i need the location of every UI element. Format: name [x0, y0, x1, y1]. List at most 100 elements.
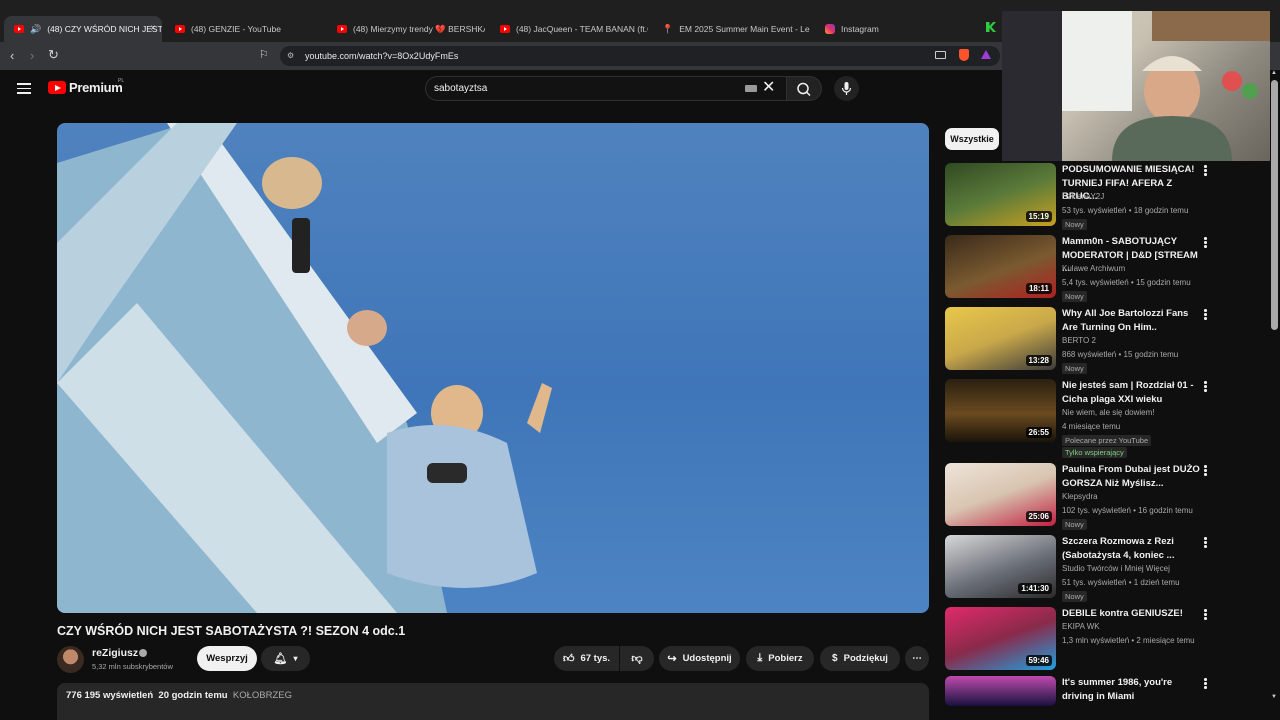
list-item-stats: 53 tys. wyświetleń • 18 godzin temu [1062, 206, 1189, 215]
tab-em-summer[interactable]: 📍 EM 2025 Summer Main Event - Leag [652, 16, 810, 42]
premium-logo-text[interactable]: Premium [69, 80, 123, 95]
close-icon[interactable]: × [150, 23, 156, 34]
list-item-title[interactable]: Paulina From Dubai jest DUŻO GORSZA Niż … [1062, 463, 1200, 490]
list-item-stats: 102 tys. wyświetleń • 16 godzin temu [1062, 506, 1193, 515]
description-box[interactable] [57, 683, 929, 720]
video-player[interactable] [57, 123, 929, 613]
join-button[interactable]: Wesprzyj [197, 646, 257, 671]
like-button[interactable]: 👍︎ 67 tys. [554, 646, 619, 671]
reload-icon[interactable]: ↻ [48, 48, 59, 62]
scroll-down-arrow[interactable]: ▼ [1271, 694, 1277, 700]
tab-instagram[interactable]: Instagram [815, 16, 965, 42]
list-item-channel[interactable]: Nie wiem, ale się dowiem! [1062, 408, 1154, 417]
list-item-title[interactable]: Nie jesteś sam | Rozdział 01 - Cicha pla… [1062, 379, 1200, 406]
list-item-channel[interactable]: Studio Twórców i Mniej Więcej [1062, 564, 1170, 573]
share-button[interactable]: ↪ Udostępnij [659, 646, 740, 671]
keyboard-icon[interactable] [745, 85, 757, 92]
item-menu-icon[interactable] [1204, 309, 1207, 320]
channel-name[interactable]: reZigiusz [92, 647, 138, 659]
dislike-button[interactable]: 👎︎ [620, 646, 654, 671]
video-thumbnail[interactable]: 26:55 [945, 379, 1056, 442]
item-menu-icon[interactable] [1204, 678, 1207, 689]
item-menu-icon[interactable] [1204, 237, 1207, 248]
new-badge: Nowy [1062, 219, 1087, 230]
search-button[interactable] [786, 76, 822, 101]
new-badge: Nowy [1062, 519, 1087, 530]
list-item-title[interactable]: Szczera Rozmowa z Rezi (Sabotażysta 4, k… [1062, 535, 1200, 562]
list-item-channel[interactable]: BERTO 2 [1062, 336, 1096, 345]
share-label: Udostępnij [682, 653, 732, 664]
video-thumbnail[interactable]: 15:19 [945, 163, 1056, 226]
video-thumbnail[interactable]: 1:41:30 [945, 535, 1056, 598]
item-menu-icon[interactable] [1204, 165, 1207, 176]
list-item-channel[interactable]: EKIPA WK [1062, 622, 1100, 631]
list-item-stats: 868 wyświetleń • 15 godzin temu [1062, 350, 1179, 359]
youtube-icon [175, 25, 185, 33]
list-item[interactable]: 26:55 Nie jesteś sam | Rozdział 01 - Cic… [945, 379, 1215, 459]
list-item-title[interactable]: It's summer 1986, you're driving in Miam… [1062, 676, 1200, 703]
item-menu-icon[interactable] [1204, 465, 1207, 476]
site-info-icon[interactable]: ⚙ [287, 51, 294, 60]
video-thumbnail[interactable]: 59:46 [945, 607, 1056, 670]
notifications-button[interactable]: 🔔︎ ▾ [261, 646, 310, 671]
tab-active[interactable]: 🔊 (48) CZY WŚRÓD NICH JEST × [4, 16, 162, 42]
more-actions-button[interactable]: ⋯ [905, 646, 929, 671]
thumbs-down-icon: 👎︎ [631, 653, 643, 665]
duration-badge: 25:06 [1025, 511, 1052, 522]
video-title: CZY WŚRÓD NICH JEST SABOTAŻYSTA ?! SEZON… [57, 624, 406, 638]
list-item[interactable]: 1:41:30 Szczera Rozmowa z Rezi (Sabotaży… [945, 535, 1215, 602]
list-item-channel[interactable]: Kulawe Archiwum [1062, 264, 1125, 273]
scroll-up-arrow[interactable]: ▲ [1271, 70, 1277, 76]
tab-genzie[interactable]: (48) GENZIE - YouTube [165, 16, 323, 42]
video-thumbnail[interactable]: 25:06 [945, 463, 1056, 526]
video-thumbnail[interactable]: 18:11 [945, 235, 1056, 298]
thanks-button[interactable]: $ Podziękuj [820, 646, 900, 671]
video-frame [57, 123, 552, 613]
cast-icon[interactable] [935, 51, 946, 59]
forward-icon[interactable]: › [30, 49, 34, 63]
location-tag[interactable]: KOŁOBRZEG [233, 690, 292, 701]
brave-shield-icon[interactable] [959, 49, 969, 61]
clear-search-icon[interactable]: ✕ [762, 79, 775, 97]
tab-trendy[interactable]: (48) Mierzymy trendy 💔 BERSHKA [327, 16, 485, 42]
list-item[interactable]: 13:28 Why All Joe Bartolozzi Fans Are Tu… [945, 307, 1215, 374]
avatar[interactable] [57, 646, 84, 673]
list-item-channel[interactable]: SzklanaY2J [1062, 192, 1104, 201]
list-item-channel[interactable]: Klepsydra [1062, 492, 1098, 501]
url-text: youtube.com/watch?v=8Ox2UdyFmEs [305, 51, 459, 61]
tab-label: (48) CZY WŚRÓD NICH JEST [47, 24, 162, 34]
video-thumbnail[interactable]: 13:28 [945, 307, 1056, 370]
download-button[interactable]: ⤓ Pobierz [746, 646, 814, 671]
list-item[interactable]: 15:19 PODSUMOWANIE MIESIĄCA! TURNIEJ FIF… [945, 163, 1215, 230]
list-item-title[interactable]: Why All Joe Bartolozzi Fans Are Turning … [1062, 307, 1200, 334]
members-only-badge: Tylko wspierający [1062, 447, 1127, 458]
item-menu-icon[interactable] [1204, 381, 1207, 392]
list-item[interactable]: It's summer 1986, you're driving in Miam… [945, 676, 1215, 706]
tab-label: (48) GENZIE - YouTube [191, 24, 281, 34]
youtube-logo-icon[interactable] [48, 81, 66, 94]
item-menu-icon[interactable] [1204, 609, 1207, 620]
view-count: 776 195 wyświetleń [66, 690, 154, 701]
list-item[interactable]: 18:11 Mamm0n - SABOTUJĄCY MODERATOR | D&… [945, 235, 1215, 302]
webcam-image [1002, 11, 1270, 161]
filter-chip-all[interactable]: Wszystkie [945, 128, 999, 150]
video-thumbnail[interactable] [945, 676, 1056, 706]
download-label: Pobierz [768, 653, 803, 664]
voice-search-button[interactable] [834, 76, 859, 101]
microphone-icon [841, 82, 852, 95]
item-menu-icon[interactable] [1204, 537, 1207, 548]
speaker-icon: 🔊 [30, 23, 42, 34]
rewards-icon[interactable] [981, 50, 991, 59]
bookmark-icon[interactable]: ⚐ [259, 48, 269, 62]
menu-icon[interactable] [17, 83, 31, 94]
list-item-stats: 1,3 mln wyświetleń • 2 miesiące temu [1062, 636, 1195, 645]
list-item-title[interactable]: DEBILE kontra GENIUSZE! [1062, 607, 1200, 621]
tab-jacqueen[interactable]: (48) JacQueen - TEAM BANAN (ft.Q [490, 16, 648, 42]
tab-label: (48) Mierzymy trendy 💔 BERSHKA [353, 23, 485, 34]
list-item[interactable]: 59:46 DEBILE kontra GENIUSZE! EKIPA WK 1… [945, 607, 1215, 673]
thanks-label: Podziękuj [843, 653, 888, 664]
scrollbar-thumb[interactable] [1271, 80, 1278, 330]
list-item[interactable]: 25:06 Paulina From Dubai jest DUŻO GORSZ… [945, 463, 1215, 530]
webcam-overlay [1002, 11, 1270, 161]
back-icon[interactable]: ‹ [10, 49, 14, 63]
